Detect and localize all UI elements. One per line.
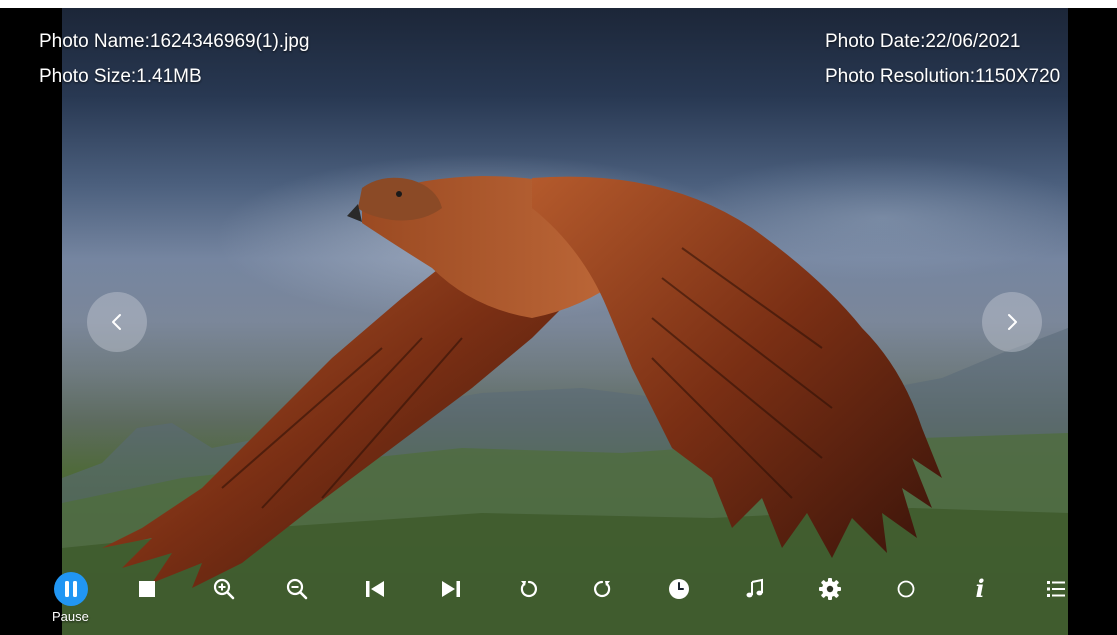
eagle-figure xyxy=(102,176,942,588)
rotate-right-icon xyxy=(594,580,611,598)
photo-name-info: Photo Name:1624346969(1).jpg xyxy=(39,31,309,53)
photo-date-value: 22/06/2021 xyxy=(925,31,1021,52)
circle-icon xyxy=(897,580,915,598)
gear-icon xyxy=(819,578,841,600)
next-photo-button[interactable] xyxy=(982,292,1042,352)
chevron-left-icon xyxy=(112,314,121,330)
photo-image xyxy=(62,8,1068,635)
zoom-in-icon xyxy=(213,578,235,600)
skip-next-icon xyxy=(442,581,460,597)
photo-resolution-value: 1150X720 xyxy=(975,66,1061,87)
list-icon xyxy=(1047,581,1065,597)
effect-button[interactable] xyxy=(888,571,924,607)
stop-button[interactable] xyxy=(129,571,165,607)
settings-button[interactable] xyxy=(812,571,848,607)
photo-date-label: Photo Date: xyxy=(825,31,926,52)
photo-size-value: 1.41MB xyxy=(136,66,202,87)
zoom-out-icon xyxy=(286,578,308,600)
zoom-out-button[interactable] xyxy=(279,571,315,607)
info-button[interactable]: i xyxy=(962,571,998,607)
photo-name-value: 1624346969(1).jpg xyxy=(149,31,310,52)
zoom-in-button[interactable] xyxy=(206,571,242,607)
rotate-left-icon xyxy=(520,580,537,598)
pause-icon xyxy=(54,572,88,606)
photo-name-label: Photo Name: xyxy=(39,31,150,52)
background-music-button[interactable] xyxy=(737,571,773,607)
photo-size-label: Photo Size: xyxy=(39,66,137,87)
info-icon: i xyxy=(975,574,985,603)
previous-photo-button[interactable] xyxy=(87,292,147,352)
photo-viewer-screen: Photo Name:1624346969(1).jpg Photo Size:… xyxy=(0,8,1117,635)
rotate-right-button[interactable] xyxy=(584,571,620,607)
photo-date-info: Photo Date:22/06/2021 xyxy=(825,31,1020,53)
rotate-left-button[interactable] xyxy=(511,571,547,607)
clock-icon xyxy=(669,579,689,599)
music-note-icon xyxy=(746,578,763,598)
chevron-right-icon xyxy=(1008,314,1017,330)
skip-previous-button[interactable] xyxy=(357,571,393,607)
photo-size-info: Photo Size:1.41MB xyxy=(39,66,202,88)
slideshow-duration-button[interactable] xyxy=(661,571,697,607)
photo-resolution-label: Photo Resolution: xyxy=(825,66,975,87)
photo-resolution-info: Photo Resolution:1150X720 xyxy=(825,66,1060,88)
playlist-button[interactable] xyxy=(1038,571,1074,607)
stop-icon xyxy=(139,581,155,597)
skip-next-button[interactable] xyxy=(433,571,469,607)
skip-previous-icon xyxy=(366,581,384,597)
pause-button[interactable] xyxy=(53,571,89,607)
